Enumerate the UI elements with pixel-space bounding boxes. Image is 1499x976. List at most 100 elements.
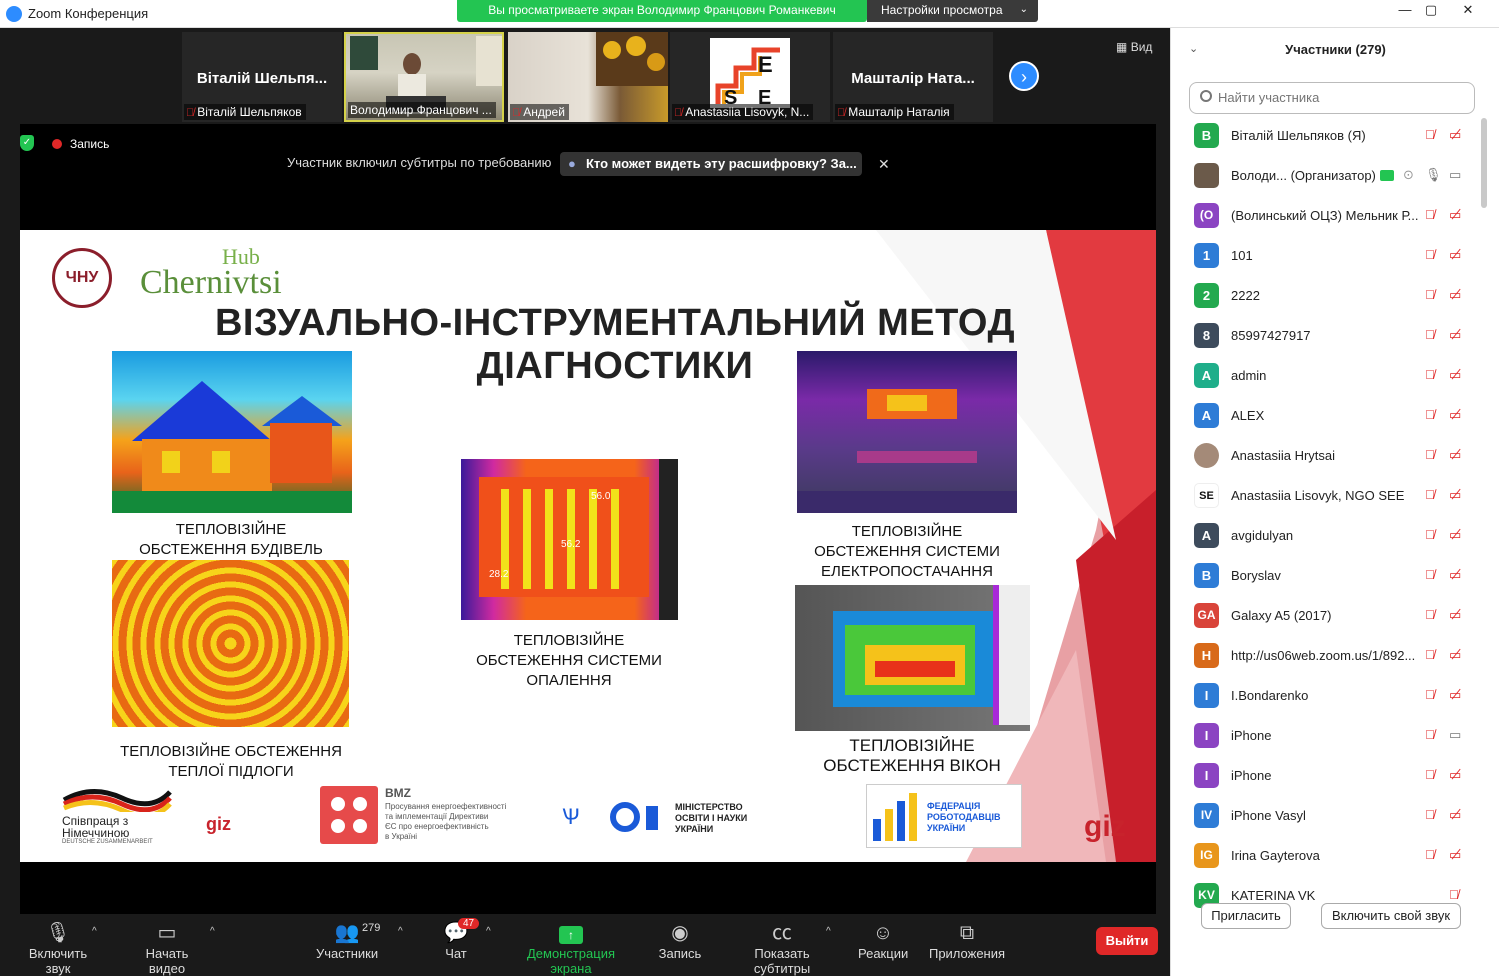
tile-label-text: Машталір Наталія bbox=[848, 105, 950, 119]
camera-off-icon[interactable]: ▭̸ bbox=[1449, 607, 1469, 625]
camera-off-icon[interactable]: ▭̸ bbox=[1449, 367, 1469, 385]
video-options-caret-icon[interactable]: ^ bbox=[210, 926, 215, 937]
participants-button[interactable]: 👥 279 Участники ^ bbox=[316, 920, 403, 961]
participant-row[interactable]: 8 85997427917 🎙̸ ▭̸ bbox=[1171, 316, 1481, 356]
video-tile[interactable]: Машталір Ната... 🎙̸ Машталір Наталія bbox=[833, 32, 993, 122]
participant-row[interactable]: 1 101 🎙̸ ▭̸ bbox=[1171, 236, 1481, 276]
mic-muted-icon[interactable]: 🎙̸ bbox=[1425, 847, 1441, 865]
mic-muted-icon: 🎙̸ bbox=[186, 107, 195, 119]
video-tile[interactable]: E S E 🎙̸ Anastasiia Lisovyk, N... bbox=[670, 32, 830, 122]
mic-muted-icon[interactable]: 🎙̸ bbox=[1425, 727, 1441, 745]
participant-row[interactable]: GA Galaxy A5 (2017) 🎙̸ ▭̸ bbox=[1171, 596, 1481, 636]
video-tile[interactable]: 🎙̸ Андрей bbox=[508, 32, 668, 122]
camera-off-icon[interactable]: ▭̸ bbox=[1449, 447, 1469, 465]
mic-muted-icon[interactable]: 🎙̸ bbox=[1425, 327, 1441, 345]
mic-muted-icon: 🎙̸ bbox=[512, 107, 521, 119]
chat-button[interactable]: 💬 47 Чат ^ bbox=[440, 918, 491, 961]
video-tile[interactable]: Віталій Шельпя... 🎙̸ Віталій Шельпяков bbox=[182, 32, 342, 122]
mic-muted-icon[interactable]: 🎙̸ bbox=[1425, 127, 1441, 145]
participant-row[interactable]: IV iPhone Vasyl 🎙̸ ▭̸ bbox=[1171, 796, 1481, 836]
camera-off-icon[interactable]: ▭̸ bbox=[1449, 687, 1469, 705]
radiator-temp-label: 28.2 bbox=[489, 569, 509, 580]
mic-muted-icon[interactable]: 🎙̸ bbox=[1425, 447, 1441, 465]
camera-off-icon[interactable]: ▭̸ bbox=[1449, 807, 1469, 825]
participants-options-caret-icon[interactable]: ^ bbox=[398, 926, 403, 937]
avatar bbox=[1194, 163, 1219, 188]
camera-off-icon[interactable]: ▭̸ bbox=[1449, 287, 1469, 305]
camera-off-icon[interactable]: ▭̸ bbox=[1449, 647, 1469, 665]
start-video-button[interactable]: ▭ Начать видео ^ bbox=[126, 920, 215, 976]
mic-muted-icon[interactable]: 🎙̸ bbox=[1425, 607, 1441, 625]
invite-button[interactable]: Пригласить bbox=[1201, 903, 1291, 929]
mic-muted-icon[interactable]: 🎙̸ bbox=[1425, 647, 1441, 665]
participant-list-scrollbar[interactable] bbox=[1481, 118, 1487, 208]
unmute-button[interactable]: 🎙 Включить звук ^ bbox=[16, 920, 100, 976]
camera-off-icon[interactable]: ▭̸ bbox=[1449, 127, 1469, 145]
participant-search[interactable] bbox=[1189, 82, 1475, 114]
mic-muted-icon[interactable]: 🎙̸ bbox=[1425, 687, 1441, 705]
mic-muted-icon[interactable]: 🎙̸ bbox=[1425, 767, 1441, 785]
mic-on-icon[interactable]: 🎙 bbox=[1425, 167, 1442, 185]
video-tile-active-speaker[interactable]: Володимир Францович ... bbox=[344, 32, 504, 122]
participant-row[interactable]: Володи... (Организатор) ⊙ 🎙 ▭ bbox=[1171, 156, 1481, 196]
participant-row[interactable]: SE Anastasiia Lisovyk, NGO SEE 🎙̸ ▭̸ bbox=[1171, 476, 1481, 516]
participant-row[interactable]: 2 2222 🎙̸ ▭̸ bbox=[1171, 276, 1481, 316]
share-screen-button[interactable]: ↑ Демонстрация экрана bbox=[508, 920, 634, 976]
camera-on-icon[interactable]: ▭ bbox=[1449, 167, 1461, 183]
mic-muted-icon[interactable]: 🎙̸ bbox=[1425, 527, 1441, 545]
camera-off-icon[interactable]: ▭̸ bbox=[1449, 247, 1469, 265]
camera-off-icon[interactable]: ▭̸ bbox=[1449, 527, 1469, 545]
captions-options-caret-icon[interactable]: ^ bbox=[826, 926, 831, 937]
mic-muted-icon[interactable]: 🎙̸ bbox=[1425, 247, 1441, 265]
participant-row[interactable]: Anastasiia Hrytsai 🎙̸ ▭̸ bbox=[1171, 436, 1481, 476]
participants-count: 279 bbox=[362, 922, 381, 934]
camera-off-icon[interactable]: ▭̸ bbox=[1449, 767, 1469, 785]
participant-row[interactable]: I iPhone 🎙̸ ▭̸ bbox=[1171, 756, 1481, 796]
camera-off-icon[interactable]: ▭̸ bbox=[1449, 407, 1469, 425]
unmute-self-button[interactable]: Включить свой звук bbox=[1321, 903, 1461, 929]
close-window-button[interactable]: ✕ bbox=[1453, 0, 1483, 22]
mic-muted-icon[interactable]: 🎙̸ bbox=[1425, 367, 1441, 385]
participant-row[interactable]: I iPhone 🎙̸ ▭ bbox=[1171, 716, 1481, 756]
apps-button[interactable]: ⧉ Приложения bbox=[928, 920, 1006, 961]
mic-muted-icon[interactable]: 🎙̸ bbox=[1425, 207, 1441, 225]
avatar: 8 bbox=[1194, 323, 1219, 348]
participant-row[interactable]: (О (Волинський ОЦЗ) Мельник Р... 🎙̸ ▭̸ bbox=[1171, 196, 1481, 236]
participant-row[interactable]: H http://us06web.zoom.us/1/892... 🎙̸ ▭̸ bbox=[1171, 636, 1481, 676]
audio-options-caret-icon[interactable]: ^ bbox=[92, 926, 97, 937]
record-button[interactable]: ◉ Запись bbox=[656, 920, 704, 961]
participant-row[interactable]: B Boryslav 🎙̸ ▭̸ bbox=[1171, 556, 1481, 596]
mic-muted-icon[interactable]: 🎙̸ bbox=[1425, 807, 1441, 825]
participant-row[interactable]: A avgidulyan 🎙̸ ▭̸ bbox=[1171, 516, 1481, 556]
maximize-button[interactable]: ▢ bbox=[1416, 0, 1446, 22]
camera-off-icon[interactable]: ▭̸ bbox=[1449, 567, 1469, 585]
close-caption-notice-button[interactable]: ✕ bbox=[878, 156, 890, 173]
participants-label: Участники bbox=[316, 946, 379, 961]
participant-row[interactable]: В Віталій Шельпяков (Я) 🎙̸ ▭̸ bbox=[1171, 116, 1481, 156]
camera-off-icon[interactable]: ▭̸ bbox=[1449, 207, 1469, 225]
next-page-button[interactable]: › bbox=[1009, 61, 1039, 91]
leave-meeting-button[interactable]: Выйти bbox=[1096, 927, 1158, 955]
camera-on-icon[interactable]: ▭ bbox=[1449, 727, 1461, 743]
mic-muted-icon[interactable]: 🎙̸ bbox=[1425, 567, 1441, 585]
show-captions-button[interactable]: ㏄ Показать субтитры ^ bbox=[726, 920, 838, 976]
mic-muted-icon[interactable]: 🎙̸ bbox=[1425, 487, 1441, 505]
mic-muted-icon[interactable]: 🎙̸ bbox=[1425, 407, 1441, 425]
encryption-shield-icon[interactable]: ✓ bbox=[20, 135, 34, 151]
mic-muted-icon[interactable]: 🎙̸ bbox=[1425, 287, 1441, 305]
view-button[interactable]: ▦ Вид bbox=[1116, 40, 1152, 54]
reactions-button[interactable]: ☺ Реакции bbox=[858, 920, 908, 961]
chat-options-caret-icon[interactable]: ^ bbox=[486, 926, 491, 937]
participant-row[interactable]: I I.Bondarenko 🎙̸ ▭̸ bbox=[1171, 676, 1481, 716]
camera-off-icon[interactable]: ▭̸ bbox=[1449, 487, 1469, 505]
participant-row[interactable]: A admin 🎙̸ ▭̸ bbox=[1171, 356, 1481, 396]
view-settings-dropdown[interactable]: Настройки просмотра ⌄ bbox=[867, 0, 1038, 22]
tile-display-name: Машталір Ната... bbox=[851, 70, 975, 87]
camera-off-icon[interactable]: ▭̸ bbox=[1449, 327, 1469, 345]
participant-search-input[interactable] bbox=[1218, 90, 1468, 105]
caption-visibility-link[interactable]: ● Кто может видеть эту расшифровку? За... bbox=[560, 152, 862, 176]
participant-row[interactable]: A ALEX 🎙̸ ▭̸ bbox=[1171, 396, 1481, 436]
camera-off-icon[interactable]: ▭̸ bbox=[1449, 847, 1469, 865]
cooperation-subtext: DEUTSCHE ZUSAMMENARBEIT bbox=[62, 839, 153, 845]
participant-row[interactable]: IG Irina Gayterova 🎙̸ ▭̸ bbox=[1171, 836, 1481, 876]
